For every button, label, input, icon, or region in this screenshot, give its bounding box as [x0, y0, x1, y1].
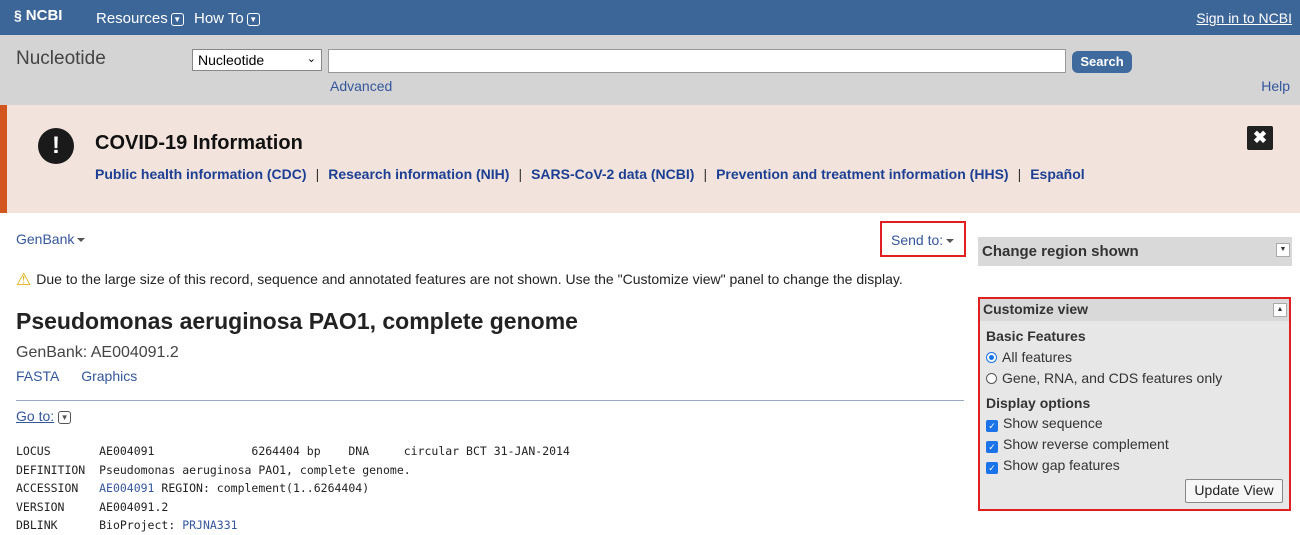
search-bar: Nucleotide Nucleotide ⌄ Search Advanced …	[0, 35, 1300, 105]
covid-banner: ! COVID-19 Information Public health inf…	[0, 105, 1300, 213]
banner-accent-stripe	[0, 105, 7, 213]
covid-links: Public health information (CDC) | Research…	[95, 166, 1085, 182]
record-title: Pseudomonas aeruginosa PAO1, complete ge…	[16, 308, 578, 334]
checkbox-show-gap[interactable]: ✓	[986, 462, 998, 474]
chevron-down-icon: ▼	[170, 13, 184, 26]
customize-view-panel: Customize view ▲ Basic Features All feat…	[978, 297, 1291, 511]
separator: |	[315, 166, 320, 182]
caret-down-icon	[946, 239, 955, 243]
customize-view-title: Customize view	[983, 301, 1089, 317]
checkbox-show-revcomp[interactable]: ✓	[986, 441, 998, 453]
goto-menu[interactable]: Go to: ▼	[16, 408, 72, 424]
definition-value: Pseudomonas aeruginosa PAO1, complete ge…	[99, 462, 411, 477]
separator: |	[518, 166, 523, 182]
chevron-down-icon: ▼	[246, 13, 260, 26]
send-to-menu[interactable]: Send to:	[880, 221, 966, 257]
dblink-key: DBLINK	[16, 518, 58, 532]
size-warning: ⚠ Due to the large size of this record, s…	[16, 270, 903, 290]
sign-in-link[interactable]: Sign in to NCBI	[1196, 10, 1292, 26]
format-menu[interactable]: GenBank	[16, 231, 86, 247]
help-link[interactable]: Help	[1261, 78, 1290, 94]
ncbi-logo-icon: §	[14, 7, 22, 23]
show-revcomp-label: Show reverse complement	[1003, 436, 1169, 452]
chevron-down-icon: ▼	[58, 411, 72, 424]
ncbi-logo-text: NCBI	[25, 7, 63, 24]
top-navigation-bar: § NCBI Resources ▼ How To ▼ Sign in to NCBI	[0, 0, 1300, 35]
covid-link-hhs[interactable]: Prevention and treatment information (HH…	[716, 166, 1008, 182]
search-input[interactable]	[328, 49, 1066, 73]
checkbox-show-sequence[interactable]: ✓	[986, 420, 998, 432]
alert-icon: !	[38, 128, 74, 164]
radio-gene-features[interactable]	[986, 373, 997, 384]
covid-link-nih[interactable]: Research information (NIH)	[328, 166, 509, 182]
ncbi-logo[interactable]: § NCBI	[14, 7, 62, 24]
separator: |	[1017, 166, 1022, 182]
accession-region: REGION: complement(1..6264404)	[154, 481, 370, 495]
format-label: GenBank	[16, 231, 75, 247]
definition-key: DEFINITION	[16, 462, 86, 477]
database-name: Nucleotide	[16, 48, 106, 69]
chevron-down-icon: ⌄	[306, 53, 316, 65]
accession-key: ACCESSION	[16, 481, 79, 495]
option-gene-features[interactable]: Gene, RNA, and CDS features only	[986, 370, 1222, 386]
expand-icon[interactable]: ▼	[1276, 243, 1290, 257]
howto-menu[interactable]: How To ▼	[194, 10, 260, 27]
show-gap-label: Show gap features	[1003, 457, 1120, 473]
send-to-label: Send to:	[891, 232, 944, 248]
genbank-accession: GenBank: AE004091.2	[16, 344, 179, 361]
genbank-record: LOCUS AE004091 6264404 bp DNA circular B…	[16, 442, 570, 535]
dblink-value: BioProject:	[99, 518, 183, 532]
version-value: AE004091.2	[99, 499, 169, 514]
divider	[16, 400, 964, 401]
resources-label: Resources	[96, 10, 168, 27]
close-icon[interactable]: ✖	[1247, 126, 1273, 150]
warning-text: Due to the large size of this record, se…	[36, 271, 903, 287]
caret-down-icon	[77, 238, 86, 242]
option-all-features[interactable]: All features	[986, 349, 1072, 365]
version-key: VERSION	[16, 499, 65, 514]
database-select-value: Nucleotide	[198, 52, 265, 68]
radio-all-features[interactable]	[986, 352, 997, 363]
howto-label: How To	[194, 10, 244, 27]
resources-menu[interactable]: Resources ▼	[96, 10, 184, 27]
format-links: FASTA Graphics	[16, 368, 155, 384]
goto-label: Go to:	[16, 408, 55, 424]
change-region-title: Change region shown	[982, 243, 1139, 260]
accession-link[interactable]: AE004091	[99, 481, 154, 495]
change-region-panel[interactable]: Change region shown ▼	[978, 237, 1292, 266]
warning-icon: ⚠	[16, 270, 32, 289]
covid-link-cdc[interactable]: Public health information (CDC)	[95, 166, 307, 182]
option-all-features-label: All features	[1002, 349, 1073, 365]
basic-features-heading: Basic Features	[986, 328, 1086, 344]
database-select[interactable]: Nucleotide ⌄	[192, 49, 322, 71]
advanced-search-link[interactable]: Advanced	[330, 78, 392, 94]
bioproject-link[interactable]: PRJNA331	[182, 518, 237, 532]
display-options-heading: Display options	[986, 395, 1091, 411]
customize-view-header[interactable]: Customize view ▲	[980, 299, 1289, 321]
show-sequence-label: Show sequence	[1003, 415, 1103, 431]
locus-key: LOCUS	[16, 444, 51, 458]
covid-link-espanol[interactable]: Español	[1030, 166, 1084, 182]
graphics-link[interactable]: Graphics	[81, 368, 137, 384]
option-show-gap[interactable]: ✓ Show gap features	[986, 457, 1120, 474]
option-gene-features-label: Gene, RNA, and CDS features only	[1002, 370, 1223, 386]
update-view-button[interactable]: Update View	[1185, 479, 1283, 503]
separator: |	[703, 166, 708, 182]
fasta-link[interactable]: FASTA	[16, 368, 59, 384]
locus-value: AE004091 6264404 bp DNA circular BCT 31-…	[99, 444, 570, 458]
collapse-icon[interactable]: ▲	[1273, 303, 1287, 317]
covid-title: COVID-19 Information	[95, 132, 303, 154]
option-show-revcomp[interactable]: ✓ Show reverse complement	[986, 436, 1169, 453]
option-show-sequence[interactable]: ✓ Show sequence	[986, 415, 1103, 432]
search-button[interactable]: Search	[1072, 51, 1132, 73]
covid-link-ncbi[interactable]: SARS-CoV-2 data (NCBI)	[531, 166, 694, 182]
